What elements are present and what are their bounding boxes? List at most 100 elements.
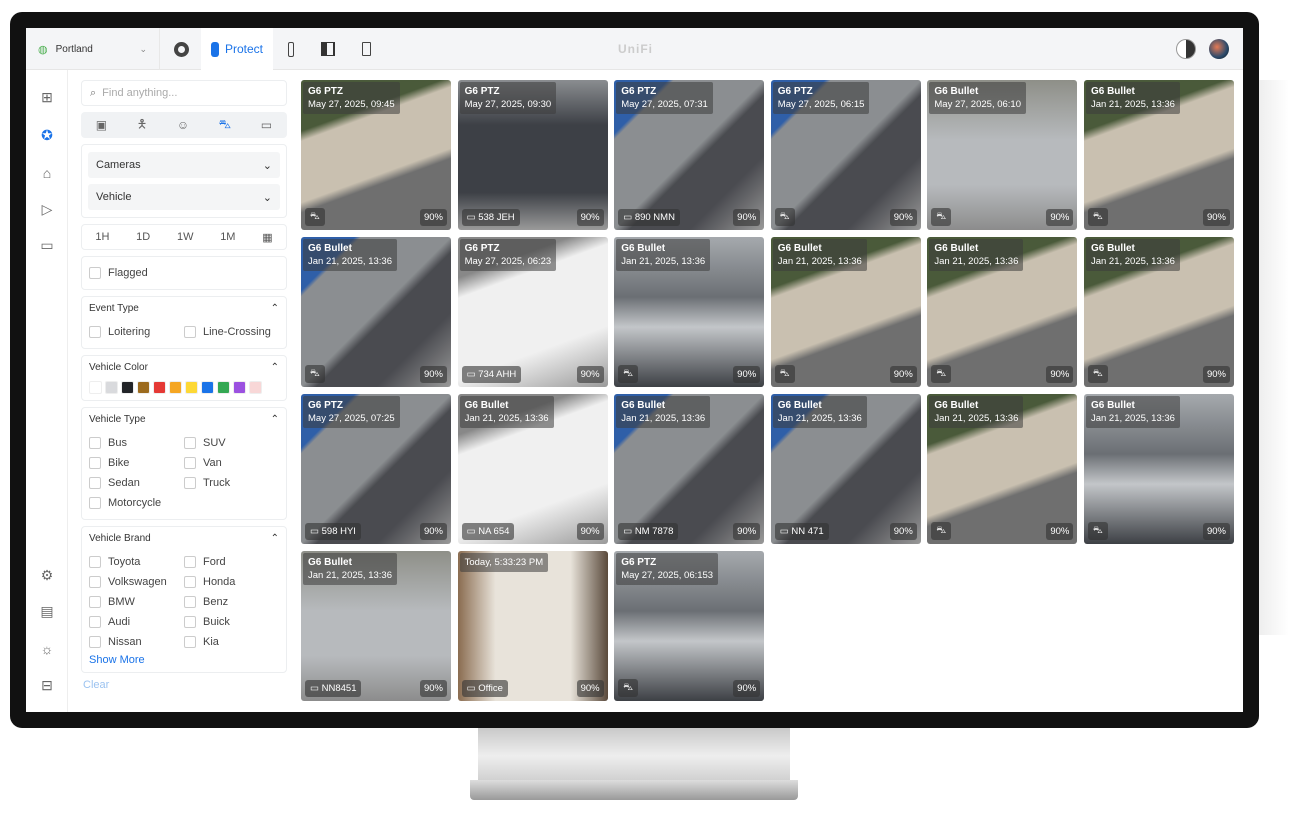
checkbox-option[interactable]: Bus <box>89 433 184 453</box>
play-icon[interactable]: ▷ <box>38 200 56 218</box>
event-time: Jan 21, 2025, 13:36 <box>308 570 392 581</box>
color-swatch[interactable] <box>201 381 214 394</box>
event-card[interactable]: G6 PTZ May 27, 2025, 07:31 ▭ 890 NMN 90% <box>614 80 765 230</box>
event-card[interactable]: G6 Bullet Jan 21, 2025, 13:36 ⛍ 90% <box>1083 394 1234 544</box>
checkbox-option[interactable]: Van <box>184 453 279 473</box>
chevron-up-icon[interactable]: ⌃ <box>271 533 279 544</box>
camera-name: G6 Bullet <box>464 400 509 411</box>
checkbox-option[interactable]: Benz <box>184 592 279 612</box>
color-swatch[interactable] <box>105 381 118 394</box>
clear-filters-link[interactable]: Clear <box>83 679 287 691</box>
confidence-badge: 90% <box>733 680 761 697</box>
checkbox-option[interactable]: Sedan <box>89 473 184 493</box>
chevron-up-icon[interactable]: ⌃ <box>271 362 279 373</box>
event-card[interactable]: G6 Bullet May 27, 2025, 06:10 ⛍ 90% <box>927 80 1078 230</box>
dashboard-grid-icon[interactable]: ⊞ <box>38 88 56 106</box>
color-swatch[interactable] <box>185 381 198 394</box>
plate-text: 538 JEH <box>478 212 515 223</box>
protect-app-tab[interactable]: Protect <box>201 28 273 70</box>
checkbox-option[interactable]: Bike <box>89 453 184 473</box>
checkbox-option[interactable]: Kia <box>184 632 279 652</box>
time-1w[interactable]: 1W <box>177 231 194 243</box>
map-icon[interactable]: ⌂ <box>38 164 56 182</box>
theme-toggle-icon[interactable] <box>1176 39 1196 59</box>
checkbox-option[interactable]: Nissan <box>89 632 184 652</box>
plate-icon: ▭ <box>779 526 789 537</box>
event-card[interactable]: G6 Bullet Jan 21, 2025, 13:36 ⛍ 90% <box>614 237 765 387</box>
settings-gear-icon[interactable]: ⚙ <box>38 566 56 584</box>
vehicle-icon[interactable]: ⛍ <box>219 117 231 133</box>
show-more-link[interactable]: Show More <box>89 652 279 666</box>
line-crossing-checkbox[interactable]: Line-Crossing <box>184 322 279 342</box>
talk-app-button[interactable] <box>316 28 340 70</box>
chevron-up-icon[interactable]: ⌃ <box>271 414 279 425</box>
folder-icon[interactable]: ▭ <box>38 236 56 254</box>
search-input[interactable]: ⌕ Find anything... <box>81 80 287 106</box>
vehicle-select[interactable]: Vehicle ⌄ <box>88 184 280 210</box>
network-app-button[interactable] <box>166 28 196 70</box>
event-card[interactable]: G6 Bullet Jan 21, 2025, 13:36 ▭ NN 471 90… <box>770 394 921 544</box>
event-card[interactable]: G6 Bullet Jan 21, 2025, 13:36 ⛍ 90% <box>1083 80 1234 230</box>
color-swatch[interactable] <box>121 381 134 394</box>
event-card[interactable]: G6 Bullet Jan 21, 2025, 13:36 ▭ NA 654 90… <box>457 394 608 544</box>
vehicle-type-section: Vehicle Type ⌃ Bus SUV Bike Van Sedan Truck Mot… <box>81 407 287 520</box>
event-tag: ⛍ <box>618 679 638 697</box>
color-swatch[interactable] <box>217 381 230 394</box>
color-swatch[interactable] <box>137 381 150 394</box>
cameras-select[interactable]: Cameras ⌄ <box>88 152 280 178</box>
event-card[interactable]: G6 PTZ May 27, 2025, 09:30 ▭ 538 JEH 90% <box>457 80 608 230</box>
checkbox-option[interactable]: Honda <box>184 572 279 592</box>
checkbox-option[interactable]: Truck <box>184 473 279 493</box>
user-avatar[interactable] <box>1209 39 1229 59</box>
event-card[interactable]: G6 PTZ May 27, 2025, 06:23 ▭ 734 AHH 90% <box>457 237 608 387</box>
confidence-badge: 90% <box>576 366 604 383</box>
event-card[interactable]: G6 Bullet Jan 21, 2025, 13:36 ▭ NN8451 90… <box>301 551 451 701</box>
time-1m[interactable]: 1M <box>220 231 235 243</box>
time-1h[interactable]: 1H <box>95 231 109 243</box>
event-card[interactable]: G6 PTZ May 27, 2025, 07:25 ▭ 598 HYI 90% <box>301 394 451 544</box>
color-swatch[interactable] <box>169 381 182 394</box>
site-selector[interactable]: ◍ Portland ⌄ <box>26 28 160 70</box>
event-card[interactable]: G6 Bullet Jan 21, 2025, 13:36 ▭ NM 7878 9… <box>614 394 765 544</box>
color-swatch[interactable] <box>233 381 246 394</box>
color-swatch[interactable] <box>249 381 262 394</box>
checkbox-option[interactable]: Audi <box>89 612 184 632</box>
checkbox-option[interactable]: Motorcycle <box>89 493 184 513</box>
event-card[interactable]: G6 PTZ May 27, 2025, 06:15 ⛍ 90% <box>770 80 921 230</box>
plate-text: NM 7878 <box>634 526 674 537</box>
license-plate-icon[interactable]: ▭ <box>261 118 272 132</box>
alarm-icon[interactable]: ☼ <box>38 640 56 658</box>
event-card[interactable]: G6 Bullet Jan 21, 2025, 13:36 ⛍ 90% <box>1083 237 1234 387</box>
calendar-icon[interactable]: ▦ <box>262 231 272 244</box>
color-swatch[interactable] <box>89 381 102 394</box>
checkbox-label: Benz <box>203 596 229 608</box>
access-app-button[interactable] <box>281 28 301 70</box>
connect-app-button[interactable] <box>356 28 376 70</box>
floorplan-icon[interactable]: ⊟ <box>38 676 56 694</box>
chevron-up-icon[interactable]: ⌃ <box>271 303 279 314</box>
checkbox-option[interactable]: Buick <box>184 612 279 632</box>
event-card[interactable]: Today, 5:33:23 PM ▭ Office 90% <box>457 551 608 701</box>
checkbox-option[interactable]: Toyota <box>89 552 184 572</box>
event-card[interactable]: G6 Bullet Jan 21, 2025, 13:36 ⛍ 90% <box>770 237 921 387</box>
checkbox-option[interactable]: SUV <box>184 433 279 453</box>
event-card[interactable]: G6 Bullet Jan 21, 2025, 13:36 ⛍ 90% <box>927 394 1078 544</box>
event-card[interactable]: G6 Bullet Jan 21, 2025, 13:36 ⛍ 90% <box>301 237 451 387</box>
event-card[interactable]: G6 PTZ May 27, 2025, 06:153 ⛍ 90% <box>614 551 765 701</box>
color-swatch[interactable] <box>153 381 166 394</box>
event-card[interactable]: G6 PTZ May 27, 2025, 09:45 ⛍ 90% <box>301 80 451 230</box>
video-icon[interactable]: ▣ <box>96 118 107 132</box>
ai-search-icon[interactable]: ✪ <box>38 126 56 144</box>
loitering-checkbox[interactable]: Loitering <box>89 322 184 342</box>
event-time: May 27, 2025, 06:23 <box>464 256 552 267</box>
checkbox-option[interactable]: BMW <box>89 592 184 612</box>
event-card[interactable]: G6 Bullet Jan 21, 2025, 13:36 ⛍ 90% <box>927 237 1078 387</box>
logs-icon[interactable]: ▤ <box>38 602 56 620</box>
checkbox-option[interactable]: Ford <box>184 552 279 572</box>
cameras-label: Cameras <box>96 159 141 171</box>
flagged-checkbox[interactable]: Flagged <box>89 263 279 283</box>
person-icon[interactable]: 🯅 <box>137 115 148 136</box>
checkbox-option[interactable]: Volkswagen <box>89 572 184 592</box>
time-1d[interactable]: 1D <box>136 231 150 243</box>
face-icon[interactable]: ☺ <box>177 118 189 132</box>
